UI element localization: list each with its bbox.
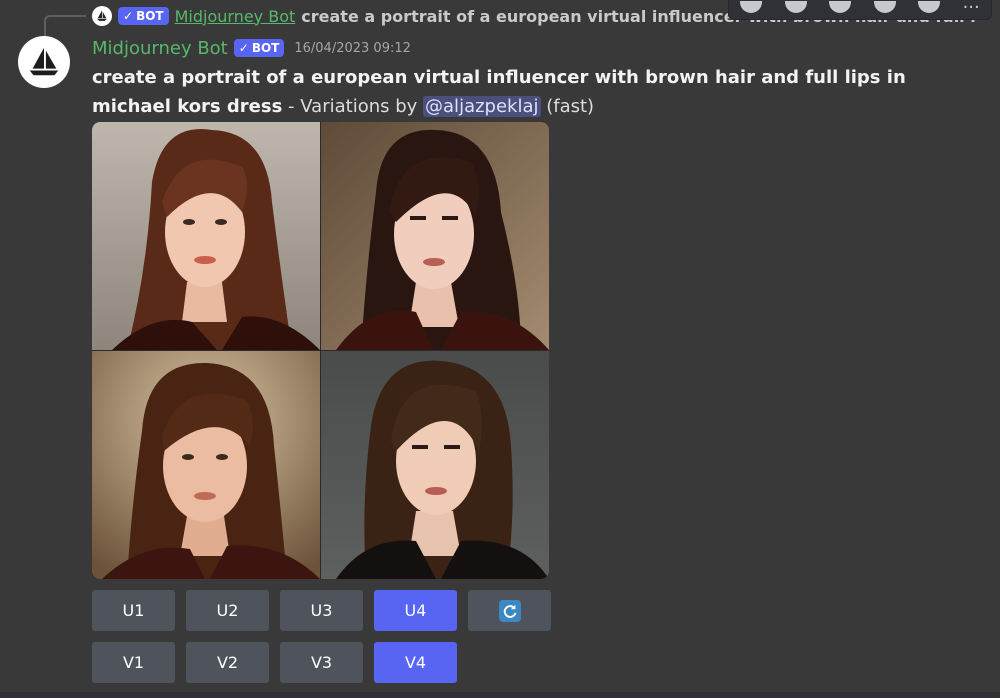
reroll-button[interactable]	[468, 590, 551, 631]
sailboat-icon	[97, 10, 107, 21]
portrait-image-1[interactable]	[92, 122, 320, 350]
portrait-image-3[interactable]	[92, 351, 320, 579]
username[interactable]: Midjourney Bot	[92, 38, 228, 59]
u2-button[interactable]: U2	[186, 590, 269, 631]
link-icon[interactable]	[740, 1, 763, 13]
reply-author[interactable]: Midjourney Bot	[175, 7, 296, 26]
message-toolbar: ···	[728, 0, 992, 20]
reply-avatar	[92, 6, 112, 26]
v4-button[interactable]: V4	[374, 642, 457, 683]
v1-button[interactable]: V1	[92, 642, 175, 683]
v2-button[interactable]: V2	[186, 642, 269, 683]
checkmark-icon: ✓	[123, 9, 134, 23]
reply-bot-badge-label: BOT	[136, 9, 164, 23]
bottom-divider	[0, 692, 1000, 698]
thread-icon[interactable]	[873, 1, 896, 13]
portrait-image-2[interactable]	[321, 122, 549, 350]
message-content: create a portrait of a european virtual …	[92, 63, 932, 121]
variations-label: Variations by	[300, 96, 424, 117]
reply-icon[interactable]	[784, 1, 807, 13]
forward-icon[interactable]	[918, 1, 941, 13]
upscale-buttons: U1 U2 U3 U4	[92, 590, 551, 631]
checkmark-icon: ✓	[238, 41, 249, 55]
v3-button[interactable]: V3	[280, 642, 363, 683]
u1-button[interactable]: U1	[92, 590, 175, 631]
emoji-icon[interactable]	[829, 1, 852, 13]
image-grid[interactable]	[92, 122, 549, 579]
u3-button[interactable]: U3	[280, 590, 363, 631]
u4-button[interactable]: U4	[374, 590, 457, 631]
bot-badge-label: BOT	[251, 41, 280, 55]
user-mention[interactable]: @aljazpeklaj	[423, 96, 541, 117]
reply-spine	[44, 15, 86, 37]
avatar[interactable]	[18, 36, 70, 88]
separator: -	[282, 96, 301, 117]
variation-buttons: V1 V2 V3 V4	[92, 642, 457, 683]
sailboat-icon	[29, 47, 59, 76]
portrait-image-4[interactable]	[321, 351, 549, 579]
more-options-icon[interactable]: ···	[963, 0, 980, 17]
message-header: Midjourney Bot ✓ BOT 16/04/2023 09:12	[92, 36, 411, 60]
timestamp: 16/04/2023 09:12	[294, 40, 411, 56]
reply-bot-badge: ✓ BOT	[118, 7, 169, 25]
speed-mode: (fast)	[540, 96, 595, 117]
bot-badge: ✓ BOT	[233, 39, 285, 57]
refresh-icon	[498, 599, 521, 622]
